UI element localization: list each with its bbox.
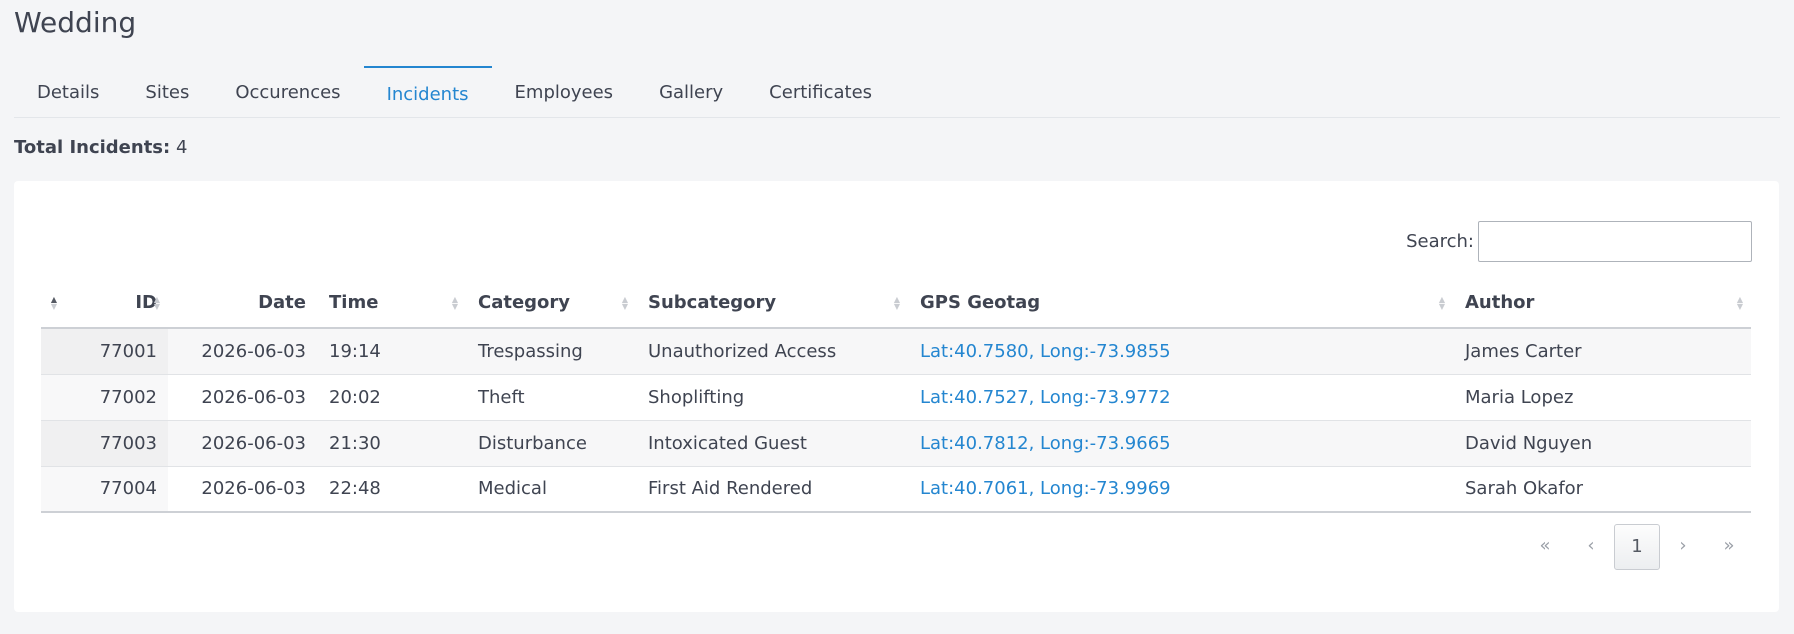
gps-link[interactable]: Lat:40.7527, Long:-73.9772 [920, 387, 1171, 408]
cell-category: Theft [466, 374, 636, 421]
pagination: « ‹ 1 › » [1522, 524, 1752, 570]
next-page-button[interactable]: › [1660, 524, 1706, 570]
cell-id: 77001 [41, 328, 168, 375]
sort-icon: ▲ ▼ [1438, 294, 1445, 311]
cell-time: 19:14 [317, 328, 466, 375]
column-header-gps-geotag[interactable]: GPS Geotag ▲ ▼ [908, 278, 1453, 329]
tab-incidents[interactable]: Incidents [363, 66, 492, 118]
cell-author: Sarah Okafor [1453, 466, 1751, 513]
page-1-button[interactable]: 1 [1614, 524, 1660, 570]
cell-id: 77004 [41, 466, 168, 513]
cell-author: James Carter [1453, 328, 1751, 375]
tab-gallery[interactable]: Gallery [636, 66, 746, 118]
column-header-time[interactable]: Time ▲ ▼ [317, 278, 466, 329]
incidents-card: Search: ▲ ▼ ID ▲ ▼ Date Time ▲ ▼ Category ▲ ▼ S… [14, 181, 1779, 612]
cell-date: 2026-06-03 [168, 420, 317, 467]
column-header-subcategory[interactable]: Subcategory ▲ ▼ [636, 278, 908, 329]
page-title: Wedding [14, 6, 137, 39]
sort-icon: ▲ ▼ [1736, 294, 1743, 311]
incidents-table: ▲ ▼ ID ▲ ▼ Date Time ▲ ▼ Category ▲ ▼ Subcatego… [41, 278, 1751, 513]
sort-icon: ▲ ▼ [893, 294, 900, 311]
tab-occurences[interactable]: Occurences [212, 66, 363, 118]
cell-id: 77003 [41, 420, 168, 467]
cell-time: 21:30 [317, 420, 466, 467]
cell-author: Maria Lopez [1453, 374, 1751, 421]
table-row: 77001 2026-06-03 19:14 Trespassing Unaut… [41, 328, 1751, 375]
column-header-date[interactable]: Date [168, 278, 317, 329]
cell-gps: Lat:40.7527, Long:-73.9772 [908, 374, 1453, 421]
table-header-row: ▲ ▼ ID ▲ ▼ Date Time ▲ ▼ Category ▲ ▼ Subcatego… [41, 278, 1751, 329]
column-header-category[interactable]: Category ▲ ▼ [466, 278, 636, 329]
cell-author: David Nguyen [1453, 420, 1751, 467]
table-row: 77002 2026-06-03 20:02 Theft Shoplifting… [41, 374, 1751, 421]
cell-subcategory: Intoxicated Guest [636, 420, 908, 467]
search-label: Search: [1406, 231, 1474, 252]
cell-category: Disturbance [466, 420, 636, 467]
column-header-author[interactable]: Author ▲ ▼ [1453, 278, 1751, 329]
column-header-index[interactable]: ▲ ▼ [41, 278, 65, 329]
tab-bar: Details Sites Occurences Incidents Emplo… [14, 66, 1780, 118]
sort-icon: ▲ ▼ [153, 294, 160, 311]
cell-subcategory: First Aid Rendered [636, 466, 908, 513]
cell-date: 2026-06-03 [168, 328, 317, 375]
cell-gps: Lat:40.7580, Long:-73.9855 [908, 328, 1453, 375]
gps-link[interactable]: Lat:40.7580, Long:-73.9855 [920, 341, 1171, 362]
total-incidents-label: Total Incidents: [14, 137, 171, 158]
cell-date: 2026-06-03 [168, 466, 317, 513]
sort-icon: ▲ ▼ [621, 294, 628, 311]
cell-subcategory: Unauthorized Access [636, 328, 908, 375]
gps-link[interactable]: Lat:40.7061, Long:-73.9969 [920, 478, 1171, 499]
previous-page-button[interactable]: ‹ [1568, 524, 1614, 570]
cell-category: Medical [466, 466, 636, 513]
column-header-id[interactable]: ID ▲ ▼ [65, 278, 168, 329]
sort-icon: ▲ ▼ [50, 294, 57, 311]
tab-certificates[interactable]: Certificates [746, 66, 895, 118]
cell-gps: Lat:40.7061, Long:-73.9969 [908, 466, 1453, 513]
cell-gps: Lat:40.7812, Long:-73.9665 [908, 420, 1453, 467]
cell-id: 77002 [41, 374, 168, 421]
table-row: 77004 2026-06-03 22:48 Medical First Aid… [41, 466, 1751, 513]
search-input[interactable] [1478, 221, 1752, 262]
cell-date: 2026-06-03 [168, 374, 317, 421]
gps-link[interactable]: Lat:40.7812, Long:-73.9665 [920, 433, 1171, 454]
cell-subcategory: Shoplifting [636, 374, 908, 421]
last-page-button[interactable]: » [1706, 524, 1752, 570]
tab-employees[interactable]: Employees [492, 66, 637, 118]
total-incidents: Total Incidents: 4 [14, 137, 187, 158]
search-box: Search: [1406, 221, 1752, 262]
table-row: 77003 2026-06-03 21:30 Disturbance Intox… [41, 420, 1751, 467]
total-incidents-value: 4 [175, 137, 188, 158]
sort-icon: ▲ ▼ [451, 294, 458, 311]
tab-details[interactable]: Details [14, 66, 122, 118]
first-page-button[interactable]: « [1522, 524, 1568, 570]
cell-time: 22:48 [317, 466, 466, 513]
cell-category: Trespassing [466, 328, 636, 375]
tab-sites[interactable]: Sites [122, 66, 212, 118]
cell-time: 20:02 [317, 374, 466, 421]
